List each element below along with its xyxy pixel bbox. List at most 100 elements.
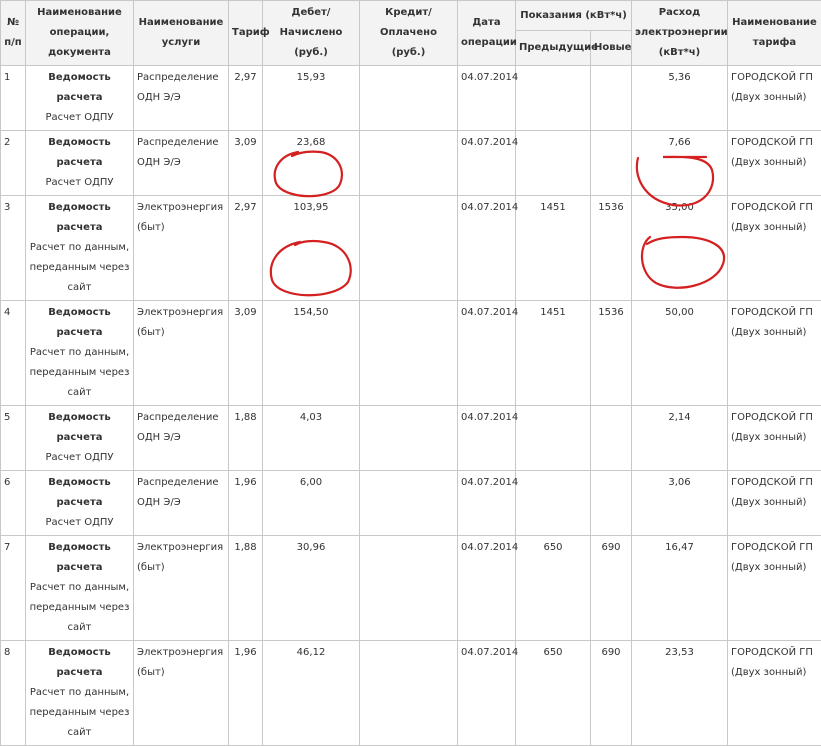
operation-detail-line: Расчет по данным, [29, 238, 130, 258]
service-cell: РаспределениеОДН Э/Э [134, 131, 229, 196]
header-readings-prev: Предыдущие [516, 31, 591, 66]
table-row: 4Ведомость расчетаРасчет по данным,перед… [1, 301, 821, 406]
readings-new-cell [591, 406, 632, 471]
service-line: ОДН Э/Э [137, 493, 225, 513]
tariff-cell: 3,09 [229, 301, 263, 406]
service-line: Распределение [137, 408, 225, 428]
service-line: Электроэнергия [137, 198, 225, 218]
readings-prev-cell: 650 [516, 641, 591, 746]
row-number: 8 [1, 641, 26, 746]
table-row: 6Ведомость расчетаРасчет ОДПУРаспределен… [1, 471, 821, 536]
operation-cell: Ведомость расчетаРасчет ОДПУ [26, 131, 134, 196]
readings-new-cell [591, 131, 632, 196]
tariff-cell: 1,88 [229, 536, 263, 641]
service-cell: РаспределениеОДН Э/Э [134, 471, 229, 536]
tariff-name-line: ГОРОДСКОЙ ГП [731, 538, 818, 558]
tariff-name-cell: ГОРОДСКОЙ ГП(Двух зонный) [728, 196, 821, 301]
service-line: (быт) [137, 218, 225, 238]
service-line: Распределение [137, 133, 225, 153]
operation-cell: Ведомость расчетаРасчет ОДПУ [26, 406, 134, 471]
tariff-name-line: ГОРОДСКОЙ ГП [731, 303, 818, 323]
operation-document: Ведомость расчета [29, 538, 130, 578]
readings-prev-cell [516, 471, 591, 536]
date-cell: 04.07.2014 [458, 641, 516, 746]
date-cell: 04.07.2014 [458, 301, 516, 406]
credit-cell [360, 196, 458, 301]
credit-cell [360, 66, 458, 131]
service-line: ОДН Э/Э [137, 153, 225, 173]
operation-document: Ведомость расчета [29, 408, 130, 448]
service-cell: Электроэнергия(быт) [134, 641, 229, 746]
service-line: (быт) [137, 663, 225, 683]
service-line: Распределение [137, 473, 225, 493]
header-readings-new: Новые [591, 31, 632, 66]
header-consumption: Расход электроэнергии (кВт*ч) [632, 1, 728, 66]
service-line: (быт) [137, 558, 225, 578]
table-row: 3Ведомость расчетаРасчет по данным,перед… [1, 196, 821, 301]
operation-detail-line: сайт [29, 278, 130, 298]
tariff-name-line: (Двух зонный) [731, 218, 818, 238]
credit-cell [360, 406, 458, 471]
row-number: 3 [1, 196, 26, 301]
operation-detail-line: переданным через [29, 703, 130, 723]
operation-detail-line: Расчет по данным, [29, 683, 130, 703]
header-operation: Наименование операции, документа [26, 1, 134, 66]
debit-cell: 30,96 [263, 536, 360, 641]
tariff-name-line: (Двух зонный) [731, 153, 818, 173]
tariff-name-line: (Двух зонный) [731, 493, 818, 513]
readings-new-cell [591, 66, 632, 131]
service-line: ОДН Э/Э [137, 88, 225, 108]
operation-cell: Ведомость расчетаРасчет ОДПУ [26, 471, 134, 536]
operation-detail-line: Расчет ОДПУ [29, 448, 130, 468]
consumption-cell: 2,14 [632, 406, 728, 471]
readings-new-cell: 1536 [591, 301, 632, 406]
consumption-cell: 7,66 [632, 131, 728, 196]
readings-prev-cell: 650 [516, 536, 591, 641]
operation-document: Ведомость расчета [29, 133, 130, 173]
readings-prev-cell: 1451 [516, 196, 591, 301]
debit-cell: 4,03 [263, 406, 360, 471]
operation-detail-line: Расчет ОДПУ [29, 108, 130, 128]
operation-document: Ведомость расчета [29, 198, 130, 238]
tariff-name-line: (Двух зонный) [731, 558, 818, 578]
operation-cell: Ведомость расчетаРасчет по данным,переда… [26, 536, 134, 641]
date-cell: 04.07.2014 [458, 131, 516, 196]
date-cell: 04.07.2014 [458, 406, 516, 471]
service-line: (быт) [137, 323, 225, 343]
header-readings: Показания (кВт*ч) [516, 1, 632, 31]
header-debit: Дебет/Начислено (руб.) [263, 1, 360, 66]
service-line: Электроэнергия [137, 303, 225, 323]
service-cell: Электроэнергия(быт) [134, 196, 229, 301]
tariff-name-cell: ГОРОДСКОЙ ГП(Двух зонный) [728, 536, 821, 641]
table-body: 1Ведомость расчетаРасчет ОДПУРаспределен… [1, 66, 821, 746]
date-cell: 04.07.2014 [458, 196, 516, 301]
row-number: 1 [1, 66, 26, 131]
header-tariff-name: Наименование тарифа [728, 1, 821, 66]
consumption-cell: 35,00 [632, 196, 728, 301]
operation-document: Ведомость расчета [29, 303, 130, 343]
service-line: Распределение [137, 68, 225, 88]
readings-new-cell: 690 [591, 641, 632, 746]
service-cell: РаспределениеОДН Э/Э [134, 406, 229, 471]
operation-document: Ведомость расчета [29, 68, 130, 108]
tariff-name-line: (Двух зонный) [731, 88, 818, 108]
consumption-cell: 5,36 [632, 66, 728, 131]
operation-cell: Ведомость расчетаРасчет ОДПУ [26, 66, 134, 131]
row-number: 5 [1, 406, 26, 471]
readings-prev-cell [516, 66, 591, 131]
credit-cell [360, 131, 458, 196]
table-row: 7Ведомость расчетаРасчет по данным,перед… [1, 536, 821, 641]
row-number: 6 [1, 471, 26, 536]
debit-cell: 6,00 [263, 471, 360, 536]
tariff-cell: 1,96 [229, 471, 263, 536]
operation-detail-line: переданным через [29, 258, 130, 278]
credit-cell [360, 301, 458, 406]
readings-prev-cell [516, 406, 591, 471]
tariff-name-line: ГОРОДСКОЙ ГП [731, 408, 818, 428]
header-service: Наименование услуги [134, 1, 229, 66]
operation-document: Ведомость расчета [29, 643, 130, 683]
tariff-name-line: (Двух зонный) [731, 323, 818, 343]
consumption-cell: 50,00 [632, 301, 728, 406]
operation-detail-line: Расчет по данным, [29, 578, 130, 598]
header-date: Дата операции [458, 1, 516, 66]
